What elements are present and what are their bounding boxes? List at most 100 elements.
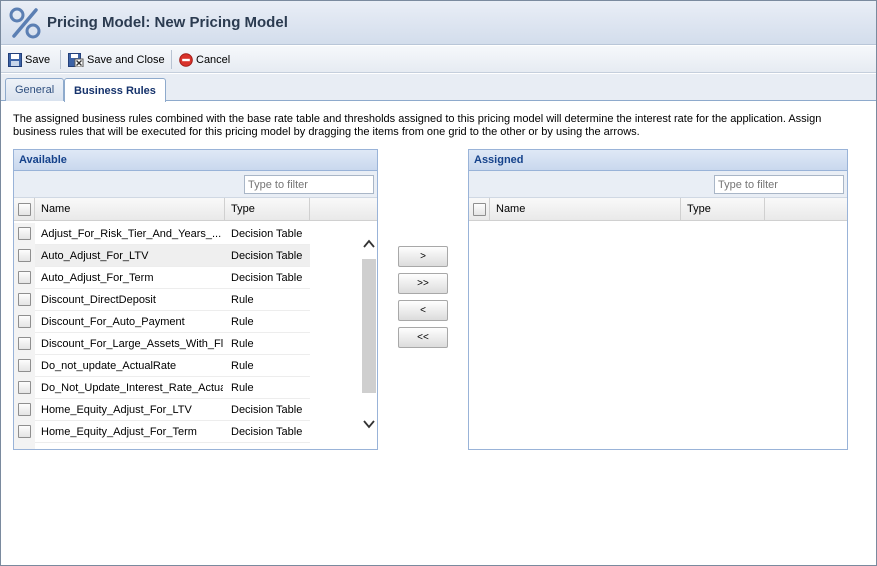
table-row[interactable]: Do_not_update_ActualRate Rule <box>14 355 310 377</box>
row-checkbox-cell <box>14 311 35 333</box>
assigned-name-column-header[interactable]: Name <box>490 198 681 221</box>
save-and-close-label: Save and Close <box>87 53 165 66</box>
row-name: Adjust_For_Risk_Tier_And_Years_... <box>41 228 222 240</box>
description-text: The assigned business rules combined wit… <box>13 113 822 138</box>
row-checkbox-cell <box>14 443 35 449</box>
window-title: Pricing Model: New Pricing Model <box>47 14 288 31</box>
row-checkbox[interactable] <box>18 227 31 240</box>
row-type: Decision Table <box>231 228 303 240</box>
assigned-panel: Assigned Name Type <box>468 149 848 450</box>
row-checkbox-cell <box>14 267 35 289</box>
row-name: Do_Not_Update_Interest_Rate_Actual <box>41 382 223 394</box>
table-row[interactable]: Discount_For_Auto_Payment Rule <box>14 311 310 333</box>
available-panel: Available Name Type Adjust_For_Risk_Tier… <box>13 149 378 450</box>
row-checkbox-cell <box>14 223 35 245</box>
row-checkbox[interactable] <box>18 293 31 306</box>
save-label: Save <box>25 53 51 66</box>
assigned-grid-header: Name Type <box>469 198 847 221</box>
row-checkbox-cell <box>14 355 35 377</box>
row-type: Decision Table <box>231 250 303 262</box>
row-type: Rule <box>231 294 254 306</box>
available-grid-body: Adjust_For_Risk_Tier_And_Years_... Decisi… <box>14 223 310 449</box>
add-all-button[interactable]: >> <box>398 273 448 294</box>
table-row[interactable]: Adjust_For_Risk_Tier_And_Years_... Decisi… <box>14 223 310 245</box>
row-type: Decision Table <box>231 272 303 284</box>
toolbar-separator <box>60 50 61 69</box>
row-checkbox-cell <box>14 289 35 311</box>
row-checkbox-cell <box>14 377 35 399</box>
table-row[interactable]: Home_Equity_Adjust_For_LTV Decision Table <box>14 399 310 421</box>
assigned-type-column-header[interactable]: Type <box>681 198 765 221</box>
row-checkbox-cell <box>14 333 35 355</box>
row-checkbox-cell <box>14 399 35 421</box>
scrollbar-thumb[interactable] <box>362 259 376 393</box>
row-name: Home_Equity_Adjust_For_LTV <box>41 404 192 416</box>
row-name: Auto_Adjust_For_Term <box>41 272 154 284</box>
table-row[interactable]: Do_Not_Update_Interest_Rate_Actual Rule <box>14 377 310 399</box>
tab-business-rules[interactable]: Business Rules <box>64 78 166 102</box>
assigned-filter-input[interactable] <box>714 175 844 194</box>
row-checkbox[interactable] <box>18 271 31 284</box>
save-button[interactable]: Save <box>8 50 50 69</box>
row-name: Discount_DirectDeposit <box>41 294 156 306</box>
row-name: Do_not_update_ActualRate <box>41 360 177 372</box>
row-checkbox[interactable] <box>18 337 31 350</box>
table-row[interactable] <box>14 443 310 449</box>
save-and-close-button[interactable]: Save and Close <box>68 50 165 69</box>
remove-one-button[interactable]: < <box>398 300 448 321</box>
table-row[interactable]: Home_Equity_Adjust_For_Term Decision Tabl… <box>14 421 310 443</box>
available-grid-header: Name Type <box>14 198 377 221</box>
available-type-column-header[interactable]: Type <box>225 198 310 221</box>
row-type: Rule <box>231 338 254 350</box>
row-name: Home_Equity_Adjust_For_Term <box>41 426 197 438</box>
row-checkbox[interactable] <box>18 381 31 394</box>
pricing-model-window: Pricing Model: New Pricing Model Save Sa… <box>0 0 877 566</box>
remove-all-button[interactable]: << <box>398 327 448 348</box>
assigned-panel-title: Assigned <box>469 150 847 171</box>
title-bar: Pricing Model: New Pricing Model <box>1 1 876 45</box>
row-type: Rule <box>231 360 254 372</box>
cancel-label: Cancel <box>196 53 231 66</box>
row-checkbox[interactable] <box>18 403 31 416</box>
row-checkbox[interactable] <box>18 249 31 262</box>
scroll-down-icon[interactable] <box>363 419 375 429</box>
cancel-icon <box>179 52 193 67</box>
save-close-icon <box>68 52 84 67</box>
row-checkbox[interactable] <box>18 425 31 438</box>
cancel-button[interactable]: Cancel <box>179 50 230 69</box>
tab-general[interactable]: General <box>5 78 65 101</box>
toolbar-separator <box>171 50 172 69</box>
available-panel-title: Available <box>14 150 377 171</box>
available-scrollbar[interactable] <box>361 223 377 449</box>
available-filter-row <box>14 171 377 198</box>
row-checkbox-cell <box>14 421 35 443</box>
row-checkbox[interactable] <box>18 315 31 328</box>
row-type: Decision Table <box>231 404 303 416</box>
row-checkbox-cell <box>14 245 35 267</box>
floppy-disk-icon <box>8 52 22 67</box>
row-type: Rule <box>231 382 254 394</box>
assigned-select-all-checkbox[interactable] <box>473 203 486 216</box>
table-row[interactable]: Discount_For_Large_Assets_With_Fl Rule <box>14 333 310 355</box>
tab-bar: General Business Rules <box>1 74 876 102</box>
toolbar: Save Save and Close Cancel <box>1 46 876 73</box>
table-row[interactable]: Discount_DirectDeposit Rule <box>14 289 310 311</box>
select-all-column <box>14 198 35 221</box>
row-name: Discount_For_Auto_Payment <box>41 316 185 328</box>
row-type: Rule <box>231 316 254 328</box>
available-name-column-header[interactable]: Name <box>35 198 225 221</box>
available-select-all-checkbox[interactable] <box>18 203 31 216</box>
scroll-up-icon[interactable] <box>363 239 375 249</box>
table-row[interactable]: Auto_Adjust_For_Term Decision Table <box>14 267 310 289</box>
row-name: Auto_Adjust_For_LTV <box>41 250 149 262</box>
row-name: Discount_For_Large_Assets_With_Fl <box>41 338 223 350</box>
row-type: Decision Table <box>231 426 303 438</box>
row-checkbox[interactable] <box>18 359 31 372</box>
add-one-button[interactable]: > <box>398 246 448 267</box>
assigned-filter-row <box>469 171 847 198</box>
assigned-grid-body <box>469 223 847 449</box>
select-all-column <box>469 198 490 221</box>
table-row[interactable]: Auto_Adjust_For_LTV Decision Table <box>14 245 310 267</box>
available-filter-input[interactable] <box>244 175 374 194</box>
percent-icon <box>9 7 41 39</box>
